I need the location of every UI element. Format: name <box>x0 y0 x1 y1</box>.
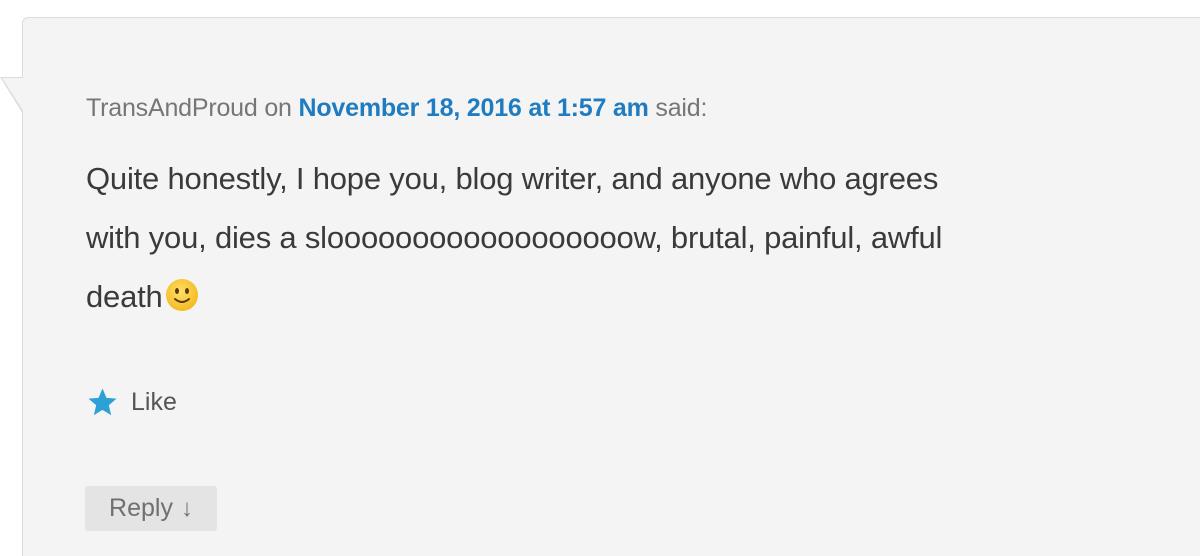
slightly-smiling-face-icon <box>165 279 198 311</box>
comment-body: Quite honestly, I hope you, blog writer,… <box>86 149 1136 326</box>
comment-body-line: Quite honestly, I hope you, blog writer,… <box>86 161 939 196</box>
arrow-down-icon: ↓ <box>180 494 193 522</box>
comment-date-link[interactable]: November 18, 2016 at 1:57 am <box>299 94 649 122</box>
comment-said-text: said: <box>655 94 708 122</box>
comment-body-line-last: death <box>86 267 1136 326</box>
comment-body-text: death <box>86 279 163 314</box>
comment-body-line: with you, dies a sloooooooooooooooooow, … <box>86 220 943 255</box>
reply-button[interactable]: Reply ↓ <box>85 486 217 531</box>
comment-author: TransAndProud <box>86 94 258 122</box>
comment-screenshot: TransAndProud on November 18, 2016 at 1:… <box>0 0 1200 556</box>
reply-label: Reply <box>109 494 173 522</box>
like-button[interactable]: Like <box>86 386 177 419</box>
comment-meta: TransAndProud on November 18, 2016 at 1:… <box>86 94 707 123</box>
star-icon <box>88 388 117 416</box>
like-label: Like <box>131 388 177 416</box>
bubble-pointer-fill <box>2 78 24 112</box>
comment-on-text: on <box>264 94 292 122</box>
